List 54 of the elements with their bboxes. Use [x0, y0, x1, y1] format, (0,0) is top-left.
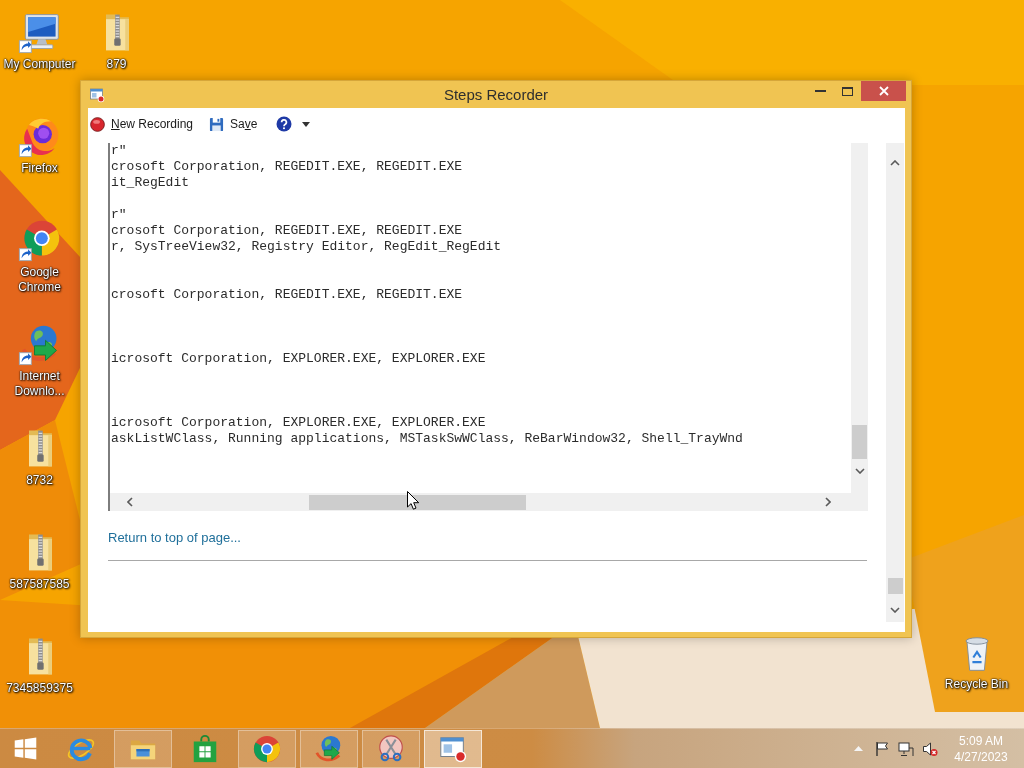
- clock-date: 4/27/2023: [954, 748, 1008, 765]
- minimize-icon: [815, 90, 826, 92]
- flag-icon[interactable]: [875, 740, 889, 757]
- taskbar-button[interactable]: [238, 729, 296, 768]
- desktop-item[interactable]: 587587585: [1, 526, 78, 592]
- text-line: r, SysTreeView32, Registry Editor, RegEdit_RegEdit: [111, 239, 502, 255]
- new-recording-button[interactable]: New Recording: [90, 113, 194, 135]
- chevron-up-icon[interactable]: [890, 160, 900, 166]
- desktop-item[interactable]: Firefox: [1, 110, 78, 176]
- desktop-item[interactable]: 8732: [1, 422, 78, 488]
- chevron-down-icon[interactable]: [854, 468, 865, 474]
- save-button[interactable]: Save: [209, 113, 258, 135]
- clock-time: 5:09 AM: [959, 732, 1003, 749]
- text-line: askListWClass, Running applications, MSTaskSwWClass, ReBarWindow32, Shell_TrayWnd: [111, 431, 743, 447]
- save-icon: [209, 116, 225, 132]
- help-icon: [276, 116, 293, 132]
- chevron-left-icon[interactable]: [127, 497, 133, 507]
- scrollbar-thumb[interactable]: [887, 578, 903, 594]
- caret-icon: [302, 121, 311, 127]
- segmented-circle-icon: [252, 733, 282, 764]
- text-line: r": [111, 143, 127, 159]
- desktop-item[interactable]: My Computer: [1, 6, 78, 72]
- taskbar-button[interactable]: [114, 729, 172, 768]
- desktop-item[interactable]: Internet Downlo...: [1, 318, 78, 399]
- desktop-item[interactable]: 879: [78, 6, 155, 72]
- text-line: icrosoft Corporation, EXPLORER.EXE, EXPLORER.EXE: [111, 351, 486, 367]
- taskbar-button[interactable]: [362, 729, 420, 768]
- taskbar-button[interactable]: [424, 729, 482, 768]
- scissors-icon: [376, 733, 406, 764]
- record-icon: [90, 116, 105, 132]
- text-line: r": [111, 207, 127, 223]
- close-icon: [878, 86, 889, 96]
- four-panes-icon: [13, 737, 37, 760]
- desktop-item[interactable]: 7345859375: [1, 630, 78, 696]
- scrollbar-thumb[interactable]: [852, 425, 867, 459]
- mouse-pointer-icon: [407, 491, 419, 510]
- close-button[interactable]: [861, 81, 906, 101]
- return-to-top-link[interactable]: Return to top of page...: [108, 530, 241, 546]
- chevron-right-icon[interactable]: [825, 497, 831, 507]
- window-title: Steps Recorder: [443, 85, 549, 105]
- text-line: crosoft Corporation, REGEDIT.EXE, REGEDIT.EXE: [111, 159, 463, 175]
- window-record-icon: [89, 86, 105, 103]
- text-line: it_RegEdit: [111, 175, 189, 191]
- network-icon[interactable]: [898, 740, 914, 757]
- desktop-item[interactable]: Google Chrome: [1, 214, 78, 295]
- text-line: crosoft Corporation, REGEDIT.EXE, REGEDIT.EXE: [111, 287, 463, 303]
- speaker-muted-icon[interactable]: [922, 740, 938, 757]
- maximize-icon: [842, 86, 853, 96]
- scrollbar-thumb[interactable]: [309, 494, 526, 510]
- desktop-item[interactable]: Recycle Bin: [938, 626, 1015, 692]
- text-line: crosoft Corporation, REGEDIT.EXE, REGEDIT.EXE: [111, 223, 463, 239]
- chevron-down-icon[interactable]: [890, 607, 900, 613]
- taskbar-button[interactable]: [300, 729, 358, 768]
- text-line: icrosoft Corporation, EXPLORER.EXE, EXPLORER.EXE: [111, 415, 486, 431]
